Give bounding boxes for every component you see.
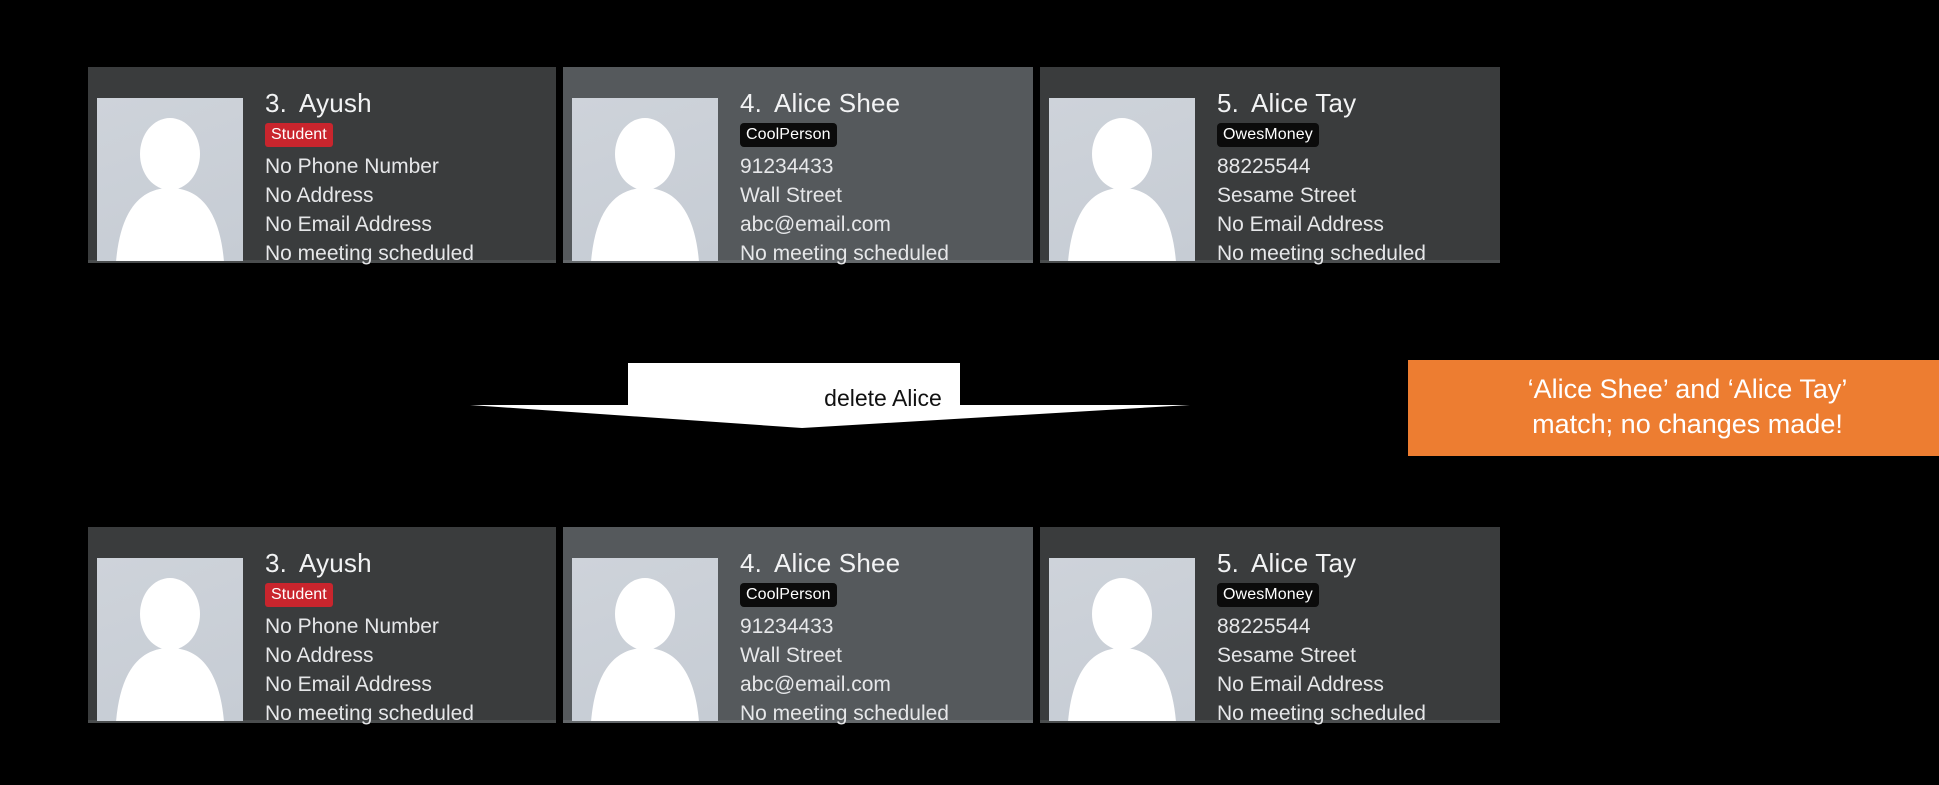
contact-card-row-before: 3. Ayush Student No Phone Number No Addr… — [88, 67, 1500, 265]
contact-tag[interactable]: OwesMoney — [1217, 583, 1319, 607]
contact-email: No Email Address — [1217, 213, 1384, 236]
avatar-placeholder-icon — [1049, 558, 1195, 721]
contact-email: abc@email.com — [740, 673, 891, 696]
callout-line-1: ‘Alice Shee’ and ‘Alice Tay’ — [1527, 374, 1848, 404]
contact-address: Wall Street — [740, 184, 842, 207]
contact-card[interactable]: 3. Ayush Student No Phone Number No Addr… — [88, 527, 556, 725]
contact-details: 4. Alice Shee CoolPerson 91234433 Wall S… — [740, 76, 949, 268]
contact-name: 3. Ayush — [265, 86, 474, 120]
contact-name: 5. Alice Tay — [1217, 546, 1426, 580]
contact-address: Wall Street — [740, 644, 842, 667]
contact-index: 3. — [265, 88, 288, 118]
contact-card[interactable]: 4. Alice Shee CoolPerson 91234433 Wall S… — [563, 527, 1033, 725]
contact-meeting: No meeting scheduled — [740, 242, 949, 265]
contact-name: 3. Ayush — [265, 546, 474, 580]
status-callout: ‘Alice Shee’ and ‘Alice Tay’ match; no c… — [1408, 360, 1939, 456]
contact-name-text: Alice Tay — [1251, 548, 1357, 578]
contact-address: Sesame Street — [1217, 644, 1356, 667]
contact-tag[interactable]: Student — [265, 123, 333, 147]
callout-line-2: match; no changes made! — [1532, 409, 1843, 439]
contact-card[interactable]: 5. Alice Tay OwesMoney 88225544 Sesame S… — [1040, 527, 1500, 725]
contact-meeting: No meeting scheduled — [265, 242, 474, 265]
contact-card-row-after: 3. Ayush Student No Phone Number No Addr… — [88, 527, 1500, 725]
contact-index: 5. — [1217, 548, 1240, 578]
contact-card[interactable]: 5. Alice Tay OwesMoney 88225544 Sesame S… — [1040, 67, 1500, 265]
contact-tag[interactable]: CoolPerson — [740, 123, 837, 147]
contact-address: No Address — [265, 644, 374, 667]
avatar-placeholder-icon — [1049, 98, 1195, 261]
avatar-placeholder-icon — [97, 98, 243, 261]
contact-details: 5. Alice Tay OwesMoney 88225544 Sesame S… — [1217, 536, 1426, 728]
contact-name-text: Alice Shee — [774, 88, 901, 118]
contact-phone: 91234433 — [740, 155, 834, 178]
contact-phone: No Phone Number — [265, 155, 439, 178]
contact-email: No Email Address — [265, 673, 432, 696]
contact-details: 4. Alice Shee CoolPerson 91234433 Wall S… — [740, 536, 949, 728]
avatar-placeholder-icon — [572, 558, 718, 721]
slide-canvas: 3. Ayush Student No Phone Number No Addr… — [0, 0, 1939, 785]
contact-name: 5. Alice Tay — [1217, 86, 1426, 120]
contact-meeting: No meeting scheduled — [1217, 242, 1426, 265]
contact-meeting: No meeting scheduled — [1217, 702, 1426, 725]
contact-email: abc@email.com — [740, 213, 891, 236]
contact-phone: 91234433 — [740, 615, 834, 638]
contact-meeting: No meeting scheduled — [740, 702, 949, 725]
contact-email: No Email Address — [1217, 673, 1384, 696]
contact-phone: 88225544 — [1217, 615, 1311, 638]
contact-address: No Address — [265, 184, 374, 207]
contact-index: 3. — [265, 548, 288, 578]
contact-name-text: Ayush — [299, 88, 372, 118]
contact-details: 3. Ayush Student No Phone Number No Addr… — [265, 536, 474, 728]
contact-name: 4. Alice Shee — [740, 86, 949, 120]
contact-name-text: Alice Tay — [1251, 88, 1357, 118]
contact-meeting: No meeting scheduled — [265, 702, 474, 725]
contact-tag[interactable]: OwesMoney — [1217, 123, 1319, 147]
contact-index: 4. — [740, 548, 763, 578]
contact-phone: No Phone Number — [265, 615, 439, 638]
contact-phone: 88225544 — [1217, 155, 1311, 178]
delete-alice-annotation: delete Alice — [470, 363, 1260, 428]
contact-tag[interactable]: Student — [265, 583, 333, 607]
contact-index: 4. — [740, 88, 763, 118]
contact-name: 4. Alice Shee — [740, 546, 949, 580]
contact-card[interactable]: 4. Alice Shee CoolPerson 91234433 Wall S… — [563, 67, 1033, 265]
contact-name-text: Alice Shee — [774, 548, 901, 578]
contact-tag[interactable]: CoolPerson — [740, 583, 837, 607]
contact-card[interactable]: 3. Ayush Student No Phone Number No Addr… — [88, 67, 556, 265]
contact-name-text: Ayush — [299, 548, 372, 578]
avatar-placeholder-icon — [97, 558, 243, 721]
contact-index: 5. — [1217, 88, 1240, 118]
contact-details: 5. Alice Tay OwesMoney 88225544 Sesame S… — [1217, 76, 1426, 268]
contact-address: Sesame Street — [1217, 184, 1356, 207]
contact-details: 3. Ayush Student No Phone Number No Addr… — [265, 76, 474, 268]
arrow-label: delete Alice — [824, 385, 942, 411]
avatar-placeholder-icon — [572, 98, 718, 261]
contact-email: No Email Address — [265, 213, 432, 236]
